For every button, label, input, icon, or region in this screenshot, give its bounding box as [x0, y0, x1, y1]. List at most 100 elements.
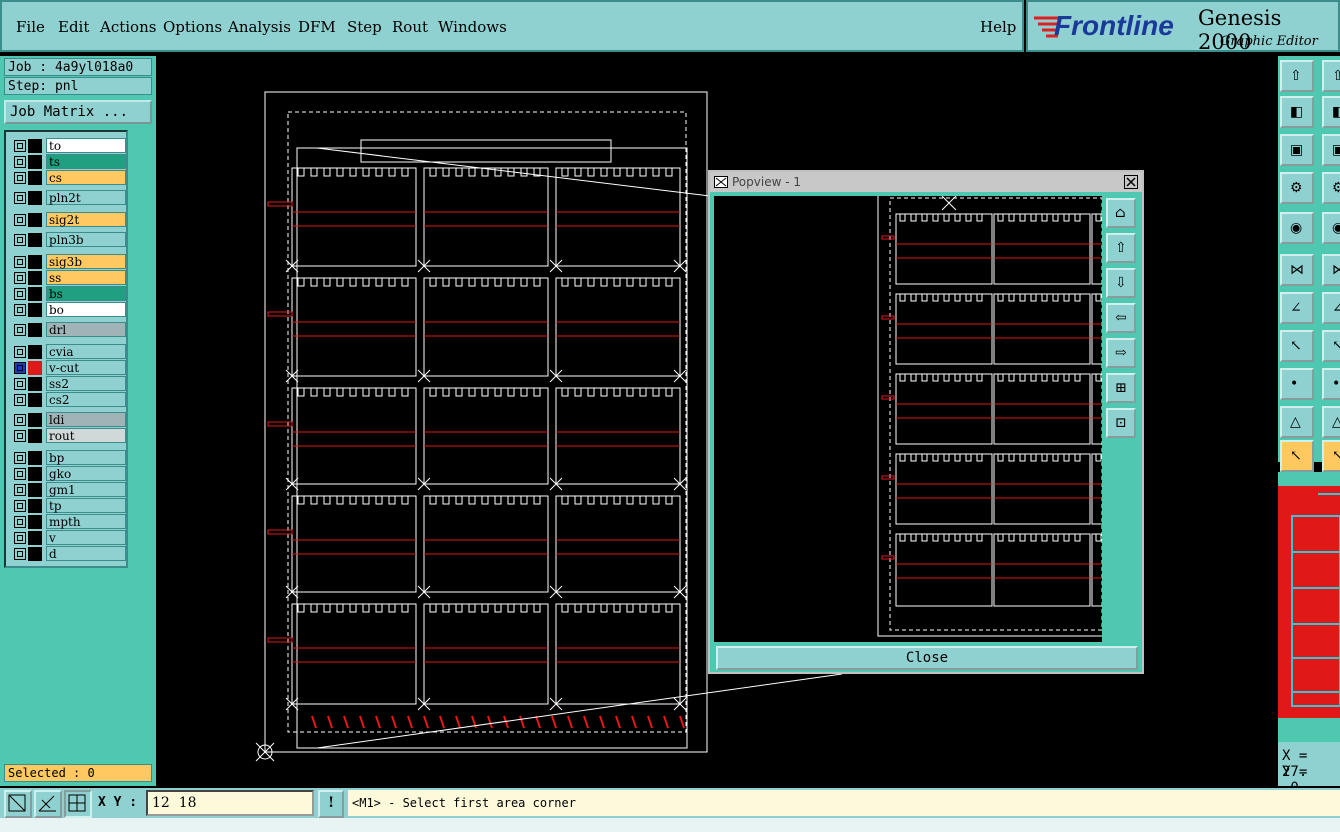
layer-row-cs2[interactable]: cs2 [10, 392, 126, 408]
tool-button-target-a[interactable]: ◉ [1280, 212, 1314, 244]
layer-checkbox[interactable] [14, 500, 26, 512]
layer-row-ss2[interactable]: ss2 [10, 376, 126, 392]
grid-mode-button[interactable] [64, 790, 92, 818]
popview-zoom-fit-button[interactable]: ⊞ [1106, 373, 1136, 403]
menu-rout[interactable]: Rout [392, 18, 428, 36]
close-button[interactable]: Close [716, 646, 1138, 670]
layer-checkbox[interactable] [14, 304, 26, 316]
tool-button-measure-a[interactable]: ∠ [1280, 292, 1314, 324]
layer-checkbox[interactable] [14, 256, 26, 268]
layer-checkbox[interactable] [14, 394, 26, 406]
popview-zoom-center-button[interactable]: ⊡ [1106, 408, 1136, 438]
layer-checkbox[interactable] [14, 324, 26, 336]
tool-button-tools-a[interactable]: ⚙ [1280, 172, 1314, 204]
layer-row-bo[interactable]: bo [10, 302, 126, 318]
layer-row-cvia[interactable]: cvia [10, 344, 126, 360]
menu-edit[interactable]: Edit [58, 18, 89, 36]
xy-input[interactable] [146, 790, 314, 816]
layer-row-v[interactable]: v [10, 530, 126, 546]
layer-checkbox[interactable] [14, 234, 26, 246]
window-menu-icon[interactable] [714, 176, 728, 188]
layer-row-pln2t[interactable]: pln2t [10, 190, 126, 206]
menu-help[interactable]: Help [980, 18, 1016, 36]
tool-button-network-a[interactable]: ⋈ [1280, 254, 1314, 286]
layer-checkbox[interactable] [14, 548, 26, 560]
layer-row-mpth[interactable]: mpth [10, 514, 126, 530]
menu-dfm[interactable]: DFM [298, 18, 336, 36]
layer-checkbox[interactable] [14, 452, 26, 464]
layer-checkbox[interactable] [14, 532, 26, 544]
tool-button-point-b[interactable]: • [1322, 368, 1340, 400]
layer-row-sig2t[interactable]: sig2t [10, 212, 126, 228]
layer-row-d[interactable]: d [10, 546, 126, 562]
angle-mode-button[interactable] [34, 790, 62, 818]
layer-row-ts[interactable]: ts [10, 154, 126, 170]
popview-title-bar[interactable]: Popview - 1 [710, 172, 1142, 192]
tool-button-triangle-b[interactable]: △ [1322, 406, 1340, 438]
popview-canvas[interactable] [714, 196, 1102, 642]
popview-pan-left-button[interactable]: ⇦ [1106, 303, 1136, 333]
tool-button-cursor-a[interactable]: ↖ [1280, 330, 1314, 362]
layer-checkbox[interactable] [14, 156, 26, 168]
snap-mode-button[interactable] [4, 790, 32, 818]
popview-pan-up-button[interactable]: ⇧ [1106, 233, 1136, 263]
tool-button-arrow-b[interactable]: ↖ [1322, 440, 1340, 472]
layer-row-drl[interactable]: drl [10, 322, 126, 338]
layer-checkbox[interactable] [14, 516, 26, 528]
menu-file[interactable]: File [16, 18, 45, 36]
layer-row-bp[interactable]: bp [10, 450, 126, 466]
layer-checkbox[interactable] [14, 172, 26, 184]
tool-button-fit-b[interactable]: ▣ [1322, 134, 1340, 166]
alert-button[interactable]: ! [318, 790, 344, 818]
popview-pan-right-button[interactable]: ⇨ [1106, 338, 1136, 368]
tool-button-frame-a[interactable]: ◧ [1280, 96, 1314, 128]
job-matrix-button[interactable]: Job Matrix ... [4, 100, 152, 124]
layer-row-pln3b[interactable]: pln3b [10, 232, 126, 248]
layer-checkbox[interactable] [14, 346, 26, 358]
tool-button-arrow-a[interactable]: ↖ [1280, 440, 1314, 472]
layer-row-to[interactable]: to [10, 138, 126, 154]
tool-button-move-up-a[interactable]: ⇧ [1280, 60, 1314, 92]
menu-actions[interactable]: Actions [100, 18, 156, 36]
tool-button-target-b[interactable]: ◉ [1322, 212, 1340, 244]
layer-checkbox[interactable] [14, 362, 26, 374]
layer-checkbox[interactable] [14, 378, 26, 390]
menu-analysis[interactable]: Analysis [228, 18, 291, 36]
tab-notch [600, 277, 608, 287]
layer-checkbox[interactable] [14, 430, 26, 442]
layer-checkbox[interactable] [14, 484, 26, 496]
layer-row-sig3b[interactable]: sig3b [10, 254, 126, 270]
layer-row-tp[interactable]: tp [10, 498, 126, 514]
tool-button-triangle-a[interactable]: △ [1280, 406, 1314, 438]
layer-row-rout[interactable]: rout [10, 428, 126, 444]
tool-button-measure-b[interactable]: ∠ [1322, 292, 1340, 324]
layer-checkbox[interactable] [14, 192, 26, 204]
layer-checkbox[interactable] [14, 468, 26, 480]
layer-checkbox[interactable] [14, 140, 26, 152]
layer-row-v-cut[interactable]: v-cut [10, 360, 126, 376]
layer-row-bs[interactable]: bs [10, 286, 126, 302]
menu-step[interactable]: Step [347, 18, 382, 36]
tool-button-move-up-b[interactable]: ⇧ [1322, 60, 1340, 92]
layer-row-ldi[interactable]: ldi [10, 412, 126, 428]
layer-row-cs[interactable]: cs [10, 170, 126, 186]
tool-button-fit-a[interactable]: ▣ [1280, 134, 1314, 166]
layer-checkbox[interactable] [14, 214, 26, 226]
layer-row-gm1[interactable]: gm1 [10, 482, 126, 498]
tool-button-frame-b[interactable]: ◧ [1322, 96, 1340, 128]
popview-pan-down-button[interactable]: ⇩ [1106, 268, 1136, 298]
tool-button-cursor-b[interactable]: ↖ [1322, 330, 1340, 362]
tool-button-point-a[interactable]: • [1280, 368, 1314, 400]
menu-options[interactable]: Options [163, 18, 222, 36]
layer-row-ss[interactable]: ss [10, 270, 126, 286]
layer-checkbox[interactable] [14, 288, 26, 300]
layer-checkbox[interactable] [14, 414, 26, 426]
close-window-icon[interactable] [1124, 175, 1138, 189]
tool-button-tools-b[interactable]: ⚙ [1322, 172, 1340, 204]
tool-button-network-b[interactable]: ⋈ [1322, 254, 1340, 286]
popview-zoom-home-button[interactable]: ⌂ [1106, 198, 1136, 228]
layer-checkbox[interactable] [14, 272, 26, 284]
layer-row-gko[interactable]: gko [10, 466, 126, 482]
menu-windows[interactable]: Windows [438, 18, 507, 36]
overview-map[interactable] [1278, 486, 1340, 718]
